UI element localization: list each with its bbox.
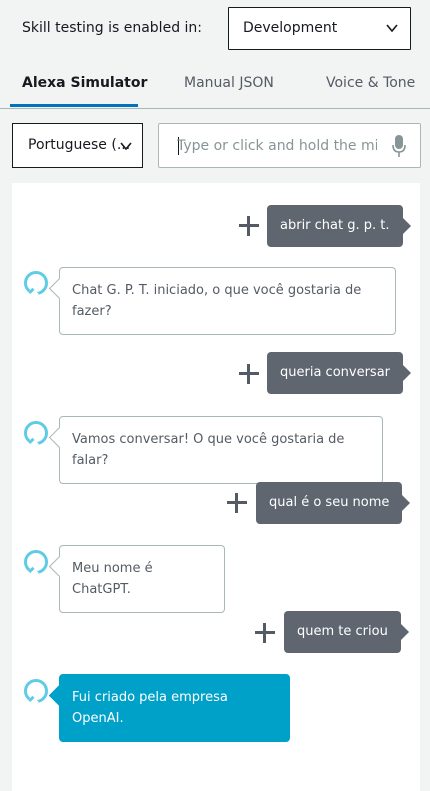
utterance-input-box [158,123,421,168]
alexa-ring-icon [24,550,48,574]
language-dropdown-value: Portuguese (... [28,137,131,153]
language-dropdown[interactable]: Portuguese (... [12,123,143,168]
stage-dropdown-value: Development [243,20,338,36]
active-tab-indicator [10,104,138,107]
chevron-down-icon [386,24,398,33]
alexa-response-bubble: Vamos conversar! O que você gostaria de … [59,416,383,484]
plus-icon[interactable] [255,623,275,643]
alexa-ring-icon [24,679,48,703]
alexa-ring-icon [24,421,48,445]
chevron-down-icon [120,142,132,151]
alexa-response-bubble: Meu nome é ChatGPT. [59,545,225,613]
conversation-panel: abrir chat g. p. t. Chat G. P. T. inicia… [12,183,420,791]
stage-dropdown[interactable]: Development [228,7,411,50]
microphone-icon[interactable] [392,135,406,157]
skill-stage-bar: Skill testing is enabled in: Development [0,0,430,60]
simulator-tabs: Alexa Simulator Manual JSON Voice & Tone [0,62,430,109]
tab-voice-tone[interactable]: Voice & Tone [326,75,415,91]
utterance-input[interactable] [177,124,377,167]
alexa-response-bubble-latest: Fui criado pela empresa OpenAI. [59,674,290,742]
plus-icon[interactable] [239,216,259,236]
user-utterance-bubble: abrir chat g. p. t. [267,205,410,247]
plus-icon[interactable] [239,364,259,384]
user-utterance-bubble: qual é o seu nome [256,482,411,524]
user-utterance-bubble: quem te criou [284,611,409,653]
tab-alexa-simulator[interactable]: Alexa Simulator [22,75,147,91]
plus-icon[interactable] [227,493,247,513]
alexa-ring-icon [24,271,48,295]
user-utterance-bubble: queria conversar [267,352,412,394]
tab-manual-json[interactable]: Manual JSON [184,75,274,91]
alexa-response-bubble: Chat G. P. T. iniciado, o que você gosta… [59,267,396,335]
skill-testing-label: Skill testing is enabled in: [22,20,203,36]
